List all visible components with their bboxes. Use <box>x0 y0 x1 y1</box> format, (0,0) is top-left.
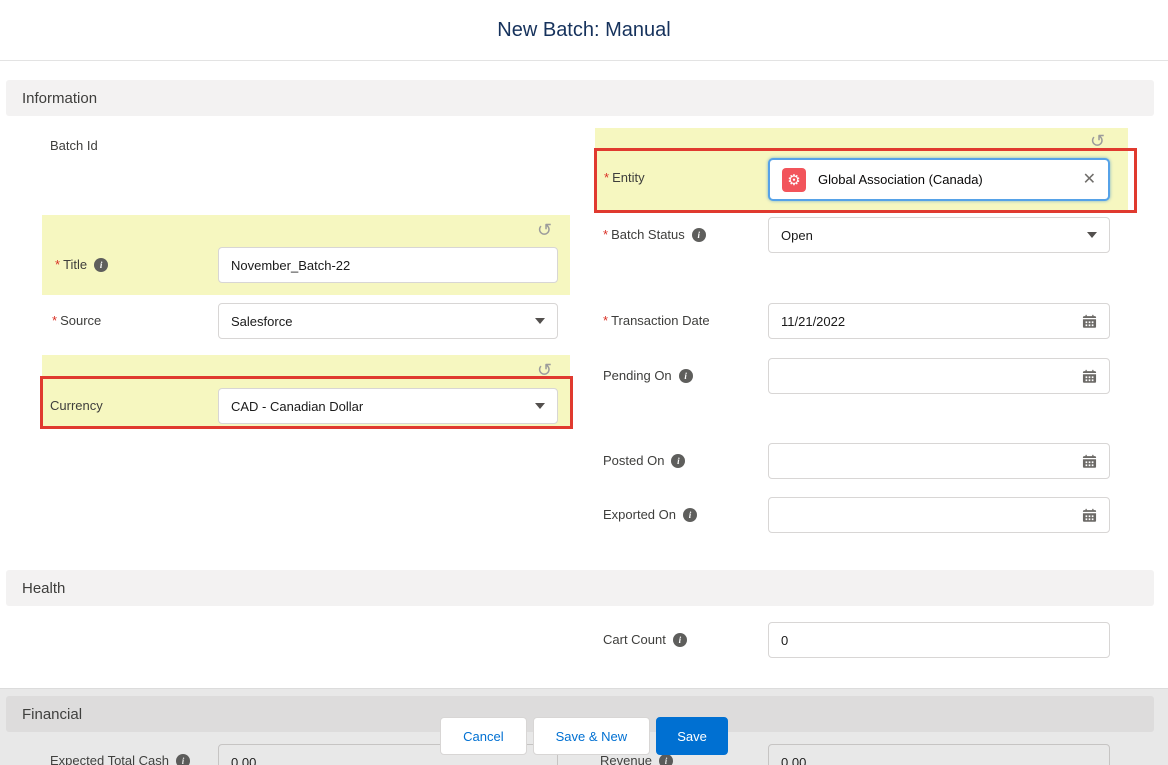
batch-id-label: Batch Id <box>50 138 98 153</box>
chevron-down-icon <box>535 318 545 324</box>
transaction-date-input[interactable] <box>781 314 1082 329</box>
required-asterisk: * <box>603 313 608 328</box>
info-icon[interactable]: i <box>673 633 687 647</box>
title-field <box>218 247 558 283</box>
info-icon[interactable]: i <box>683 508 697 522</box>
exported-on-input[interactable] <box>781 508 1082 523</box>
currency-value: CAD - Canadian Dollar <box>231 399 363 414</box>
calendar-icon[interactable] <box>1082 314 1097 329</box>
calendar-icon[interactable] <box>1082 369 1097 384</box>
info-icon[interactable]: i <box>692 228 706 242</box>
modal-header: New Batch: Manual <box>0 0 1168 61</box>
currency-label: Currency <box>50 398 103 413</box>
page-title: New Batch: Manual <box>497 19 670 42</box>
entity-value: Global Association (Canada) <box>818 172 983 187</box>
source-label: * Source <box>52 313 101 328</box>
cancel-button[interactable]: Cancel <box>440 717 526 755</box>
required-asterisk: * <box>55 257 60 272</box>
modal-footer: Cancel Save & New Save <box>0 717 1168 755</box>
new-batch-modal: New Batch: Manual Information Health ↺ ↺… <box>0 0 1168 765</box>
section-header-health: Health <box>6 570 1154 606</box>
batch-status-label: * Batch Status i <box>603 227 706 242</box>
save-button[interactable]: Save <box>656 717 728 755</box>
title-input[interactable] <box>231 258 545 273</box>
entity-lookup-field[interactable]: ⚙ Global Association (Canada) ✕ <box>768 158 1110 201</box>
currency-select[interactable]: CAD - Canadian Dollar <box>218 388 558 424</box>
undo-icon[interactable]: ↺ <box>1090 132 1105 150</box>
clear-icon[interactable]: ✕ <box>1083 172 1096 188</box>
calendar-icon[interactable] <box>1082 508 1097 523</box>
exported-on-label: Exported On i <box>603 507 697 522</box>
source-value: Salesforce <box>231 314 292 329</box>
section-header-information: Information <box>6 80 1154 116</box>
pending-on-input[interactable] <box>781 369 1082 384</box>
required-asterisk: * <box>603 227 608 242</box>
info-icon[interactable]: i <box>671 454 685 468</box>
source-select[interactable]: Salesforce <box>218 303 558 339</box>
cart-count-field <box>768 622 1110 658</box>
calendar-icon[interactable] <box>1082 454 1097 469</box>
section-label-health: Health <box>22 580 65 597</box>
title-label: * Title i <box>55 257 108 272</box>
cart-count-input[interactable] <box>781 633 1097 648</box>
batch-status-value: Open <box>781 228 813 243</box>
posted-on-field <box>768 443 1110 479</box>
info-icon[interactable]: i <box>679 369 693 383</box>
required-asterisk: * <box>52 313 57 328</box>
transaction-date-field <box>768 303 1110 339</box>
cart-count-label: Cart Count i <box>603 632 687 647</box>
chevron-down-icon <box>1087 232 1097 238</box>
batch-status-select[interactable]: Open <box>768 217 1110 253</box>
transaction-date-label: * Transaction Date <box>603 313 710 328</box>
required-asterisk: * <box>604 170 609 185</box>
posted-on-label: Posted On i <box>603 453 685 468</box>
entity-label: * Entity <box>604 170 645 185</box>
undo-icon[interactable]: ↺ <box>537 361 552 379</box>
save-and-new-button[interactable]: Save & New <box>533 717 651 755</box>
info-icon[interactable]: i <box>94 258 108 272</box>
entity-object-icon: ⚙ <box>782 168 806 192</box>
posted-on-input[interactable] <box>781 454 1082 469</box>
undo-icon[interactable]: ↺ <box>537 221 552 239</box>
pending-on-label: Pending On i <box>603 368 693 383</box>
exported-on-field <box>768 497 1110 533</box>
section-label-information: Information <box>22 90 97 107</box>
pending-on-field <box>768 358 1110 394</box>
chevron-down-icon <box>535 403 545 409</box>
